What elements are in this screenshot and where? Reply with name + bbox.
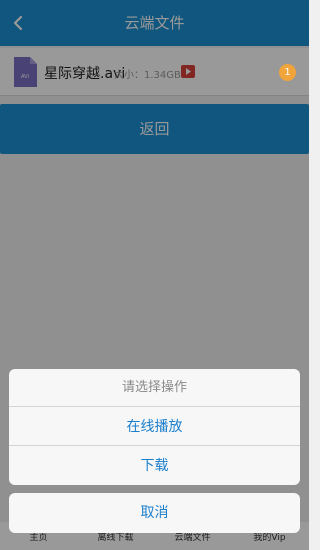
action-sheet-title: 请选择操作 [9, 369, 300, 407]
cancel-button[interactable]: 取消 [9, 493, 300, 533]
download-option[interactable]: 下载 [9, 447, 300, 485]
play-online-option[interactable]: 在线播放 [9, 408, 300, 446]
action-sheet: 请选择操作 在线播放 下载 [9, 369, 300, 485]
count-badge: 1 [279, 64, 296, 81]
